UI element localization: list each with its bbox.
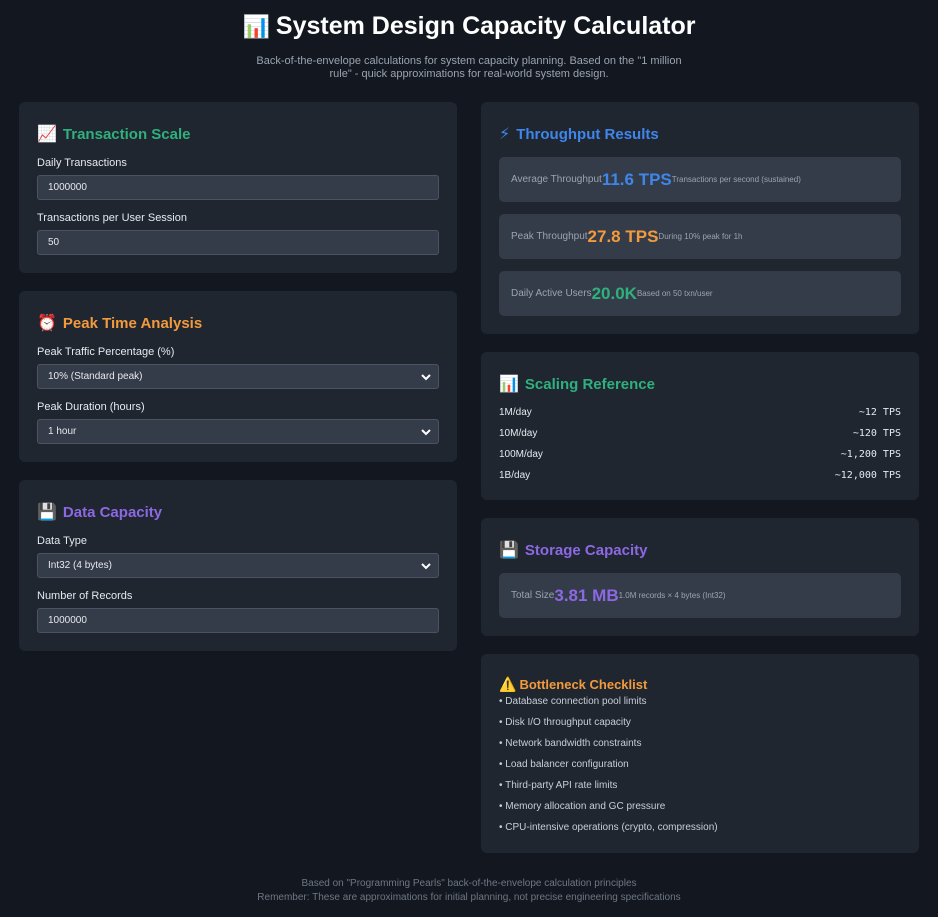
checklist-item: • Third-party API rate limits — [499, 780, 618, 791]
total-size-label: Total Size — [511, 590, 555, 601]
scaling-row-tps: ~1,200 TPS — [840, 449, 901, 460]
bottleneck-checklist-card: ⚠️ Bottleneck Checklist • Database connec… — [481, 654, 919, 853]
peak-time-title-text: Peak Time Analysis — [62, 314, 203, 332]
scaling-reference-title-text: Scaling Reference — [524, 375, 655, 393]
peak-throughput-sub: During 10% peak for 1h — [658, 232, 743, 241]
page-title-text: System Design Capacity Calculator — [275, 12, 696, 40]
scaling-row-volume: 10M/day — [499, 428, 538, 439]
bar-chart-icon: 📊 — [499, 376, 519, 393]
storage-capacity-title: 💾 Storage Capacity — [499, 540, 647, 560]
transaction-scale-title-text: Transaction Scale — [62, 125, 191, 143]
scaling-row-volume: 1B/day — [499, 470, 531, 481]
daily-transactions-label: Daily Transactions — [37, 157, 127, 169]
peak-traffic-select[interactable]: 10% (Standard peak) — [37, 364, 439, 389]
lightning-icon: ⚡ — [499, 126, 511, 143]
checklist-item: • Network bandwidth constraints — [499, 738, 642, 749]
bottleneck-checklist-title-text: Bottleneck Checklist — [519, 677, 648, 692]
total-size-value: 3.81 MB — [554, 585, 619, 605]
storage-capacity-card: 💾 Storage Capacity Total Size 3.81 MB 1.0… — [481, 518, 919, 636]
page-header: 📊 System Design Capacity Calculator Back-… — [0, 0, 938, 81]
footer-line-1: Based on "Programming Pearls" back-of-th… — [301, 878, 637, 889]
alarm-clock-icon: ⏰ — [37, 315, 57, 332]
peak-time-card: ⏰ Peak Time Analysis Peak Traffic Percent… — [19, 291, 457, 462]
daily-transactions-input[interactable]: 1000000 — [37, 175, 439, 200]
average-throughput-sub: Transactions per second (sustained) — [671, 175, 801, 184]
scaling-row: 1B/day ~12,000 TPS — [499, 470, 901, 484]
peak-throughput-box: Peak Throughput 27.8 TPS During 10% peak… — [499, 214, 901, 259]
scaling-row-volume: 1M/day — [499, 407, 532, 418]
peak-duration-value: 1 hour — [48, 426, 77, 437]
bottleneck-checklist-title: ⚠️ Bottleneck Checklist — [499, 676, 647, 693]
daily-active-users-value: 20.0K — [591, 283, 637, 303]
chevron-down-icon — [421, 429, 431, 436]
throughput-title-text: Throughput Results — [516, 125, 659, 143]
transactions-per-session-input[interactable]: 50 — [37, 230, 439, 255]
scaling-reference-title: 📊 Scaling Reference — [499, 374, 655, 394]
scaling-row-tps: ~12 TPS — [858, 407, 901, 418]
total-size-box: Total Size 3.81 MB 1.0M records × 4 byte… — [499, 573, 901, 618]
floppy-disk-icon: 💾 — [37, 504, 57, 521]
warning-icon: ⚠️ — [499, 676, 517, 692]
data-capacity-card: 💾 Data Capacity Data Type Int32 (4 bytes)… — [19, 480, 457, 651]
checklist-item: • Load balancer configuration — [499, 759, 629, 770]
checklist-item: • Disk I/O throughput capacity — [499, 717, 631, 728]
chevron-down-icon — [421, 563, 431, 570]
scaling-row: 100M/day ~1,200 TPS — [499, 449, 901, 463]
page-title: 📊 System Design Capacity Calculator — [0, 0, 938, 43]
average-throughput-value: 11.6 TPS — [601, 169, 672, 189]
data-type-value: Int32 (4 bytes) — [48, 560, 112, 571]
chevron-down-icon — [421, 374, 431, 381]
transactions-per-session-label: Transactions per User Session — [37, 212, 187, 224]
peak-duration-label: Peak Duration (hours) — [37, 401, 145, 413]
throughput-card: ⚡ Throughput Results Average Throughput 1… — [481, 102, 919, 334]
peak-throughput-label: Peak Throughput — [511, 231, 588, 242]
storage-capacity-title-text: Storage Capacity — [524, 541, 648, 559]
checklist-item: • Database connection pool limits — [499, 696, 647, 707]
total-size-sub: 1.0M records × 4 bytes (Int32) — [618, 591, 726, 600]
chart-increasing-icon: 📈 — [37, 126, 57, 143]
peak-time-title: ⏰ Peak Time Analysis — [37, 313, 202, 333]
peak-traffic-value: 10% (Standard peak) — [48, 371, 143, 382]
data-capacity-title-text: Data Capacity — [62, 503, 163, 521]
footer: Based on "Programming Pearls" back-of-th… — [0, 877, 938, 905]
scaling-row: 1M/day ~12 TPS — [499, 407, 901, 421]
daily-active-users-label: Daily Active Users — [511, 288, 592, 299]
data-type-label: Data Type — [37, 535, 87, 547]
average-throughput-label: Average Throughput — [511, 174, 602, 185]
number-of-records-input[interactable]: 1000000 — [37, 608, 439, 633]
daily-active-users-sub: Based on 50 txn/user — [636, 289, 713, 298]
scaling-row-volume: 100M/day — [499, 449, 543, 460]
checklist-item: • CPU-intensive operations (crypto, comp… — [499, 822, 718, 833]
bar-chart-icon: 📊 — [242, 14, 270, 39]
daily-active-users-box: Daily Active Users 20.0K Based on 50 txn… — [499, 271, 901, 316]
data-type-select[interactable]: Int32 (4 bytes) — [37, 553, 439, 578]
scaling-row-tps: ~12,000 TPS — [834, 470, 901, 481]
data-capacity-title: 💾 Data Capacity — [37, 502, 162, 522]
average-throughput-box: Average Throughput 11.6 TPS Transactions… — [499, 157, 901, 202]
transaction-scale-card: 📈 Transaction Scale Daily Transactions 10… — [19, 102, 457, 273]
page-subtitle: Back-of-the-envelope calculations for sy… — [256, 55, 682, 80]
throughput-title: ⚡ Throughput Results — [499, 124, 659, 144]
footer-line-2: Remember: These are approximations for i… — [257, 892, 681, 903]
scaling-reference-card: 📊 Scaling Reference 1M/day ~12 TPS 10M/da… — [481, 352, 919, 500]
peak-duration-select[interactable]: 1 hour — [37, 419, 439, 444]
number-of-records-label: Number of Records — [37, 590, 133, 602]
scaling-row-tps: ~120 TPS — [852, 428, 901, 439]
peak-throughput-value: 27.8 TPS — [587, 226, 659, 246]
scaling-row: 10M/day ~120 TPS — [499, 428, 901, 442]
checklist-item: • Memory allocation and GC pressure — [499, 801, 666, 812]
floppy-disk-icon: 💾 — [499, 542, 519, 559]
transaction-scale-title: 📈 Transaction Scale — [37, 124, 190, 144]
peak-traffic-label: Peak Traffic Percentage (%) — [37, 346, 175, 358]
